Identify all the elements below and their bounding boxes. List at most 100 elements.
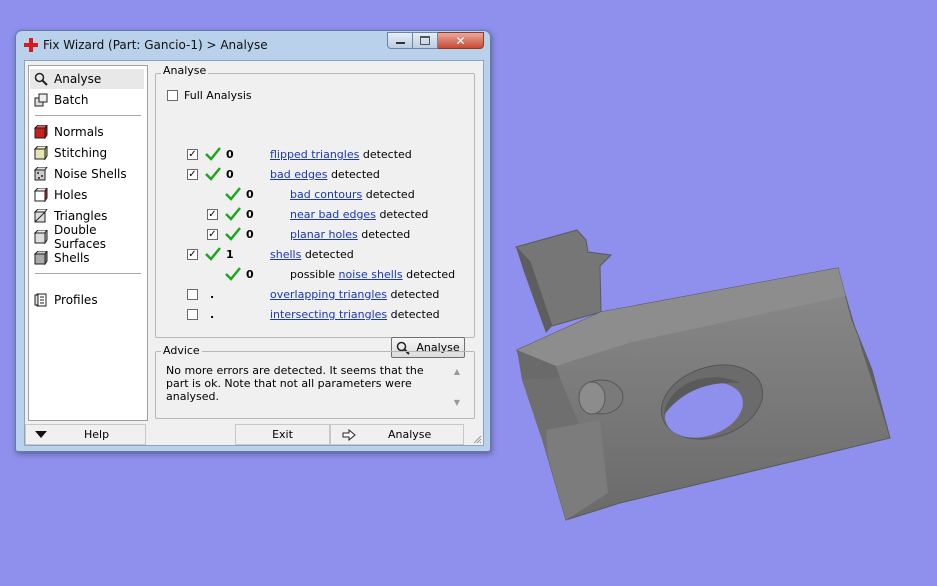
normals-icon bbox=[33, 123, 48, 140]
result-link[interactable]: overlapping triangles bbox=[270, 288, 387, 301]
result-text: bad contours detected bbox=[290, 188, 415, 201]
maximize-button[interactable] bbox=[413, 32, 438, 49]
result-count: 0 bbox=[226, 168, 234, 181]
result-checkbox[interactable] bbox=[187, 309, 198, 320]
result-text: near bad edges detected bbox=[290, 208, 428, 221]
nav-item-batch[interactable]: Batch bbox=[30, 90, 144, 110]
nav-item-label: Stitching bbox=[54, 146, 108, 160]
full-analysis-label: Full Analysis bbox=[184, 89, 252, 102]
nav-item-label: Analyse bbox=[54, 72, 102, 86]
result-text: planar holes detected bbox=[290, 228, 410, 241]
double-surfaces-icon bbox=[33, 228, 48, 245]
nav-item-noise-shells[interactable]: Noise Shells bbox=[30, 164, 144, 184]
shells-icon bbox=[33, 249, 48, 266]
minimize-button[interactable] bbox=[387, 32, 413, 49]
result-link[interactable]: shells bbox=[270, 248, 301, 261]
detected-label: detected bbox=[304, 248, 354, 261]
help-button-label: Help bbox=[84, 428, 110, 441]
nav-item-double-surfaces[interactable]: Double Surfaces bbox=[30, 223, 144, 251]
result-count: . bbox=[210, 308, 215, 321]
check-icon bbox=[225, 227, 241, 241]
nav-item-analyse[interactable]: Analyse bbox=[30, 69, 144, 89]
close-icon: ✕ bbox=[455, 33, 466, 48]
detected-label: detected bbox=[406, 268, 456, 281]
nav-item-label: Shells bbox=[54, 251, 90, 265]
dialog-client: Analyse Batch Normals Stitching Noise Sh… bbox=[24, 60, 484, 446]
nav-item-label: Normals bbox=[54, 125, 104, 139]
result-checkbox[interactable]: ✓ bbox=[207, 229, 218, 240]
holes-icon bbox=[33, 186, 48, 203]
stitching-icon bbox=[33, 144, 48, 161]
result-count: 1 bbox=[226, 248, 234, 261]
result-text: possible noise shells detected bbox=[290, 268, 455, 281]
result-count: 0 bbox=[246, 268, 254, 281]
analyse-group-label: Analyse bbox=[161, 64, 209, 77]
result-text: bad edges detected bbox=[270, 168, 380, 181]
exit-button[interactable]: Exit bbox=[235, 424, 330, 445]
analyse-next-button[interactable]: Analyse bbox=[330, 424, 464, 445]
result-checkbox[interactable]: ✓ bbox=[207, 209, 218, 220]
close-button[interactable]: ✕ bbox=[438, 32, 484, 49]
scroll-down-arrow-icon[interactable]: ▼ bbox=[452, 398, 462, 407]
nav-item-profiles[interactable]: Profiles bbox=[30, 290, 144, 310]
detected-label: detected bbox=[330, 168, 380, 181]
magnifier-icon bbox=[34, 72, 48, 86]
triangle-down-icon bbox=[35, 431, 47, 438]
result-text: flipped triangles detected bbox=[270, 148, 412, 161]
nav-item-label: Triangles bbox=[54, 209, 108, 223]
nav-item-shells[interactable]: Shells bbox=[30, 248, 144, 268]
result-link[interactable]: noise shells bbox=[339, 268, 403, 281]
result-text: intersecting triangles detected bbox=[270, 308, 440, 321]
result-count: 0 bbox=[226, 148, 234, 161]
nav-item-label: Profiles bbox=[54, 293, 98, 307]
result-link[interactable]: flipped triangles bbox=[270, 148, 359, 161]
resize-grip-icon[interactable] bbox=[472, 434, 482, 444]
check-icon bbox=[205, 247, 221, 261]
result-checkbox[interactable] bbox=[187, 289, 198, 300]
batch-icon bbox=[34, 93, 48, 107]
maximize-icon bbox=[420, 36, 430, 45]
scroll-up-arrow-icon[interactable]: ▲ bbox=[452, 367, 462, 376]
fix-wizard-window: Fix Wizard (Part: Gancio-1) > Analyse ✕ … bbox=[15, 30, 491, 452]
triangles-icon bbox=[33, 208, 48, 223]
profiles-icon bbox=[34, 293, 48, 307]
result-checkbox[interactable]: ✓ bbox=[187, 169, 198, 180]
check-icon bbox=[225, 187, 241, 201]
exit-button-label: Exit bbox=[272, 428, 293, 441]
result-link[interactable]: near bad edges bbox=[290, 208, 376, 221]
detected-label: detected bbox=[362, 148, 412, 161]
result-count: 0 bbox=[246, 228, 254, 241]
noise-shells-icon bbox=[33, 166, 48, 181]
detected-label: detected bbox=[379, 208, 429, 221]
result-count: . bbox=[210, 288, 215, 301]
advice-text: No more errors are detected. It seems th… bbox=[166, 364, 424, 403]
result-link[interactable]: intersecting triangles bbox=[270, 308, 387, 321]
minimize-icon bbox=[395, 42, 405, 44]
full-analysis-checkbox[interactable] bbox=[167, 90, 178, 101]
check-icon bbox=[225, 207, 241, 221]
nav-item-stitching[interactable]: Stitching bbox=[30, 143, 144, 163]
nav-item-label: Noise Shells bbox=[54, 167, 127, 181]
window-title: Fix Wizard (Part: Gancio-1) > Analyse bbox=[43, 38, 268, 52]
footer-bar: Help Exit Analyse bbox=[25, 422, 483, 445]
result-link[interactable]: bad edges bbox=[270, 168, 327, 181]
result-link[interactable]: planar holes bbox=[290, 228, 358, 241]
result-count: 0 bbox=[246, 208, 254, 221]
result-count: 0 bbox=[246, 188, 254, 201]
detected-label: detected bbox=[365, 188, 415, 201]
nav-item-normals[interactable]: Normals bbox=[30, 122, 144, 142]
result-checkbox[interactable]: ✓ bbox=[187, 149, 198, 160]
result-link[interactable]: bad contours bbox=[290, 188, 362, 201]
result-text: overlapping triangles detected bbox=[270, 288, 439, 301]
analyse-next-button-label: Analyse bbox=[388, 428, 432, 441]
nav-divider bbox=[35, 273, 141, 274]
title-bar[interactable]: Fix Wizard (Part: Gancio-1) > Analyse ✕ bbox=[16, 31, 490, 59]
help-button[interactable]: Help bbox=[25, 424, 146, 445]
result-text: shells detected bbox=[270, 248, 354, 261]
detected-label: detected bbox=[361, 228, 411, 241]
nav-divider bbox=[35, 115, 141, 116]
result-checkbox[interactable]: ✓ bbox=[187, 249, 198, 260]
nav-item-holes[interactable]: Holes bbox=[30, 185, 144, 205]
detected-label: detected bbox=[390, 308, 440, 321]
check-icon bbox=[205, 147, 221, 161]
